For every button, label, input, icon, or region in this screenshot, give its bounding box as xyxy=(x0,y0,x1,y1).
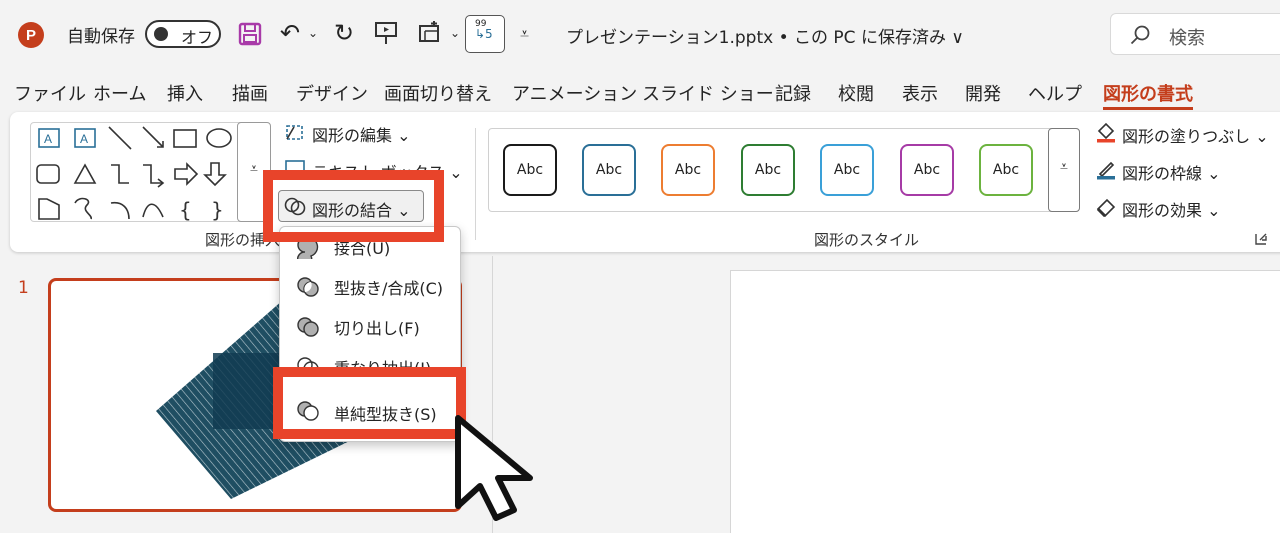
tab-draw[interactable]: 描画 xyxy=(232,80,268,106)
highlight-merge-shapes xyxy=(263,170,444,242)
shape-outline-icon xyxy=(1097,161,1115,180)
document-title[interactable]: プレゼンテーション1.pptx • この PC に保存済み ∨ xyxy=(566,23,964,48)
shape-effects-button[interactable]: 図形の効果 ⌄ xyxy=(1122,197,1221,221)
tab-view[interactable]: 表示 xyxy=(902,80,938,106)
search-input[interactable]: 検索 xyxy=(1110,13,1280,55)
tab-review[interactable]: 校閲 xyxy=(838,80,874,106)
mouse-pointer-icon xyxy=(455,415,533,521)
style-chip-light-blue[interactable]: Abc xyxy=(820,144,874,196)
tab-design[interactable]: デザイン xyxy=(296,80,368,106)
shape-outline-button[interactable]: 図形の枠線 ⌄ xyxy=(1122,160,1221,184)
shape-fill-button[interactable]: 図形の塗りつぶし ⌄ xyxy=(1122,123,1269,147)
fragment-icon xyxy=(297,317,319,337)
style-chip-orange[interactable]: Abc xyxy=(661,144,715,196)
edit-shape-icon xyxy=(286,125,303,140)
undo-dropdown-icon[interactable]: ⌄ xyxy=(308,26,318,40)
save-icon[interactable] xyxy=(238,22,262,46)
svg-text:A: A xyxy=(44,132,52,146)
shape-fill-icon xyxy=(1097,122,1115,143)
slide-number: 1 xyxy=(18,278,29,298)
highlight-subtract xyxy=(273,367,466,439)
style-chip-black[interactable]: Abc xyxy=(503,144,557,196)
customize-toolbar-icon[interactable]: ⩡ xyxy=(520,24,529,44)
tab-home[interactable]: ホーム xyxy=(93,80,146,106)
new-slide-dropdown-icon[interactable]: ⌄ xyxy=(450,26,460,40)
present-from-start-icon[interactable] xyxy=(374,20,398,46)
menu-label-combine: 型抜き/合成(C) xyxy=(334,279,444,298)
edit-shape-button[interactable]: 図形の編集 ⌄ xyxy=(312,122,411,146)
autosave-toggle[interactable]: オフ xyxy=(145,20,221,48)
new-slide-icon[interactable] xyxy=(417,20,443,46)
style-chip-purple[interactable]: Abc xyxy=(900,144,954,196)
undo-icon[interactable]: ↶ xyxy=(280,20,300,46)
toggle-knob xyxy=(154,27,168,41)
svg-text:A: A xyxy=(80,132,88,146)
menu-item-fragment[interactable]: 切り出し(F) xyxy=(280,307,460,345)
tab-insert[interactable]: 挿入 xyxy=(167,80,203,106)
tab-help[interactable]: ヘルプ xyxy=(1028,80,1082,106)
style-chip-green[interactable]: Abc xyxy=(741,144,795,196)
autosave-state: オフ xyxy=(181,28,214,47)
title-bar: P 自動保存 オフ ↶ ⌄ ↻ ⌄ 99 ↳5 ⩡ プレゼンテーション1.pptx… xyxy=(0,0,1280,70)
tab-shape-format[interactable]: 図形の書式 xyxy=(1103,80,1193,106)
redo-icon[interactable]: ↻ xyxy=(334,20,354,46)
combine-icon xyxy=(297,277,319,297)
style-chip-blue[interactable]: Abc xyxy=(582,144,636,196)
tab-slideshow[interactable]: スライド ショー xyxy=(642,80,774,106)
number-format-icon[interactable]: 99 ↳5 xyxy=(465,15,505,53)
search-icon xyxy=(1130,25,1150,45)
svg-text:}: } xyxy=(211,198,224,222)
powerpoint-logo-icon: P xyxy=(18,22,47,48)
dialog-launcher-icon[interactable] xyxy=(1255,233,1267,245)
group-separator xyxy=(475,128,476,240)
tab-file[interactable]: ファイル xyxy=(14,80,86,106)
shape-effects-icon xyxy=(1096,198,1116,217)
autosave-label: 自動保存 xyxy=(67,27,135,47)
style-chip-lime[interactable]: Abc xyxy=(979,144,1033,196)
menu-label-fragment: 切り出し(F) xyxy=(334,319,420,338)
shape-styles-group-label: 図形のスタイル xyxy=(814,231,920,249)
shape-gallery-icons: A A { } xyxy=(36,126,232,222)
tab-record[interactable]: 記録 xyxy=(775,80,811,106)
tab-developer[interactable]: 開発 xyxy=(965,80,1001,106)
tab-transitions[interactable]: 画面切り替え xyxy=(384,80,492,106)
menu-item-combine[interactable]: 型抜き/合成(C) xyxy=(280,267,460,305)
tab-animations[interactable]: アニメーション xyxy=(512,80,637,106)
ribbon-tabs: ファイル ホーム 挿入 描画 デザイン 画面切り替え アニメーション スライド … xyxy=(0,76,1280,110)
search-placeholder: 検索 xyxy=(1169,28,1205,49)
svg-text:{: { xyxy=(179,198,192,222)
active-tab-indicator xyxy=(1103,107,1193,110)
shape-gallery[interactable]: A A { } xyxy=(30,122,270,222)
styles-gallery-more-button[interactable]: ⩡ xyxy=(1048,128,1080,212)
slide-canvas[interactable] xyxy=(730,270,1280,533)
